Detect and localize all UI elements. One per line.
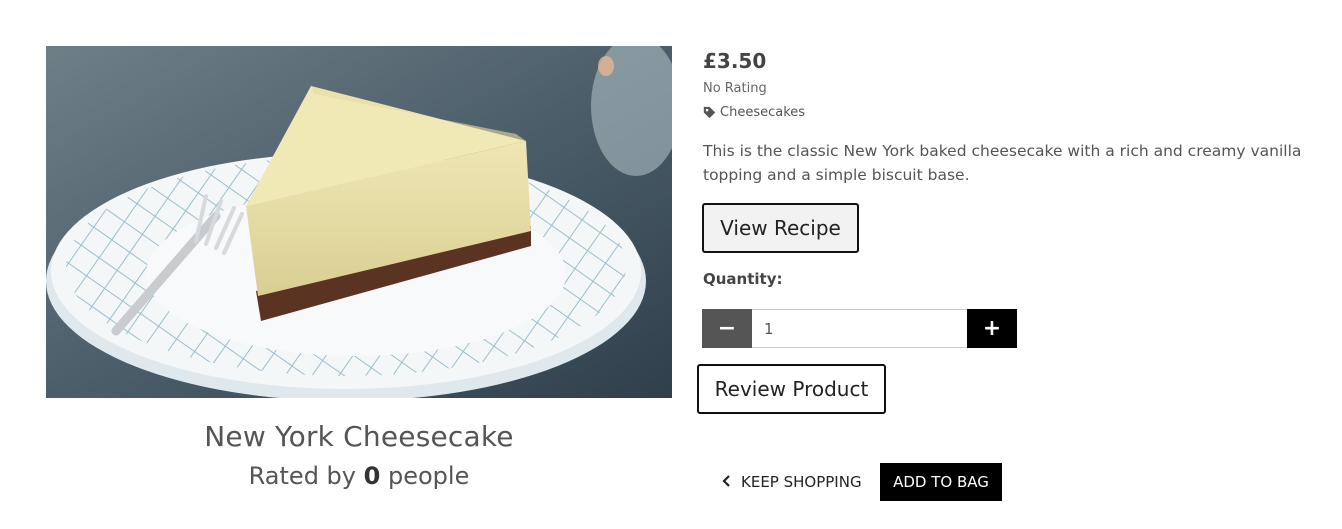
quantity-label: Quantity: [703, 270, 783, 288]
rating-status: No Rating [703, 81, 767, 96]
category-label[interactable]: Cheesecakes [720, 105, 805, 120]
rated-by-text: Rated by 0 people [46, 462, 672, 490]
rating-count: 0 [363, 462, 381, 490]
product-description: This is the classic New York baked chees… [703, 142, 1302, 184]
product-price: £3.50 [703, 49, 767, 73]
decrement-quantity-button[interactable]: − [702, 309, 752, 348]
keep-shopping-label: Keep Shopping [741, 473, 862, 491]
rated-by-prefix: Rated by [248, 462, 356, 490]
quantity-input[interactable] [752, 309, 967, 348]
review-product-button[interactable]: Review Product [697, 364, 886, 414]
add-to-bag-button[interactable]: Add to Bag [880, 463, 1002, 501]
product-detail-page: New York Cheesecake Rated by 0 people £3… [0, 0, 1342, 529]
product-image [46, 46, 672, 398]
chevron-left-icon [722, 473, 731, 491]
increment-quantity-button[interactable]: + [967, 309, 1017, 348]
product-name: New York Cheesecake [204, 420, 514, 453]
rated-by-suffix: people [387, 462, 470, 490]
keep-shopping-link[interactable]: Keep Shopping [722, 463, 862, 501]
product-category[interactable]: Cheesecakes [703, 105, 805, 120]
quantity-stepper: − + [702, 309, 1017, 348]
view-recipe-button[interactable]: View Recipe [702, 203, 859, 253]
tag-icon [703, 106, 716, 119]
cheesecake-illustration [46, 46, 672, 398]
